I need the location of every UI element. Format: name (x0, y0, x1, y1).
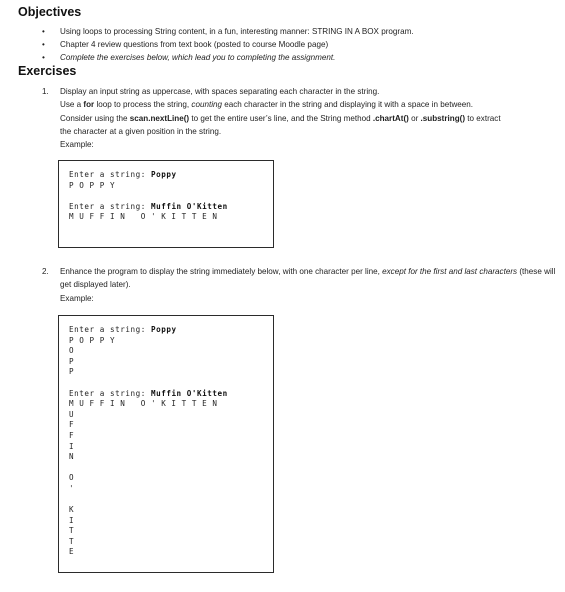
keyword-for: for (83, 100, 95, 110)
console-output-2: Enter a string: Poppy P O P P Y O P P En… (69, 325, 263, 558)
console-2-prompt-2: Enter a string: (69, 388, 151, 398)
exercise-2-paragraph: Enhance the program to display the strin… (60, 265, 559, 292)
console-1-input-1: Poppy (150, 170, 177, 179)
exercise-1-line-1: Display an input string as uppercase, wi… (60, 87, 380, 96)
console-1-prompt-1: Enter a string: (69, 170, 151, 179)
console-1-prompt-2: Enter a string: (69, 201, 151, 211)
console-output-1: Enter a string: Poppy P O P P Y Enter a … (69, 170, 263, 223)
console-2-input-1: Poppy (150, 325, 177, 334)
exercise-2-block: 2. Enhance the program to display the st… (0, 265, 565, 305)
exercise-2-example-label: Example: (60, 293, 94, 303)
objectives-bullet-list: Using loops to processing String content… (0, 24, 414, 65)
exercise-1-line-3-part-b: to get the entire user’s line, and the S… (189, 113, 373, 123)
console-2-vertical-1: O P P (69, 346, 75, 377)
emphasis-characters: characters (479, 267, 518, 276)
method-scan-nextline: scan.nextLine() (129, 113, 190, 123)
exercise-1-line-3: Consider using the scan.nextLine() to ge… (60, 112, 559, 125)
method-chartat: .chartAt() (372, 113, 409, 123)
console-2-output-2: M U F F I N O ' K I T T E N (69, 399, 218, 409)
exercise-1-line-2-part-c: each character in the string and display… (222, 100, 474, 110)
objectives-bullet-item: Using loops to processing String content… (0, 24, 414, 38)
exercise-1-example-label: Example: (60, 140, 94, 150)
exercise-1-line-3-part-d: to extract (465, 113, 501, 123)
objectives-heading: Objectives (18, 5, 82, 19)
exercises-list: 1. Display an input string as uppercase,… (0, 85, 565, 151)
console-1-output-2: M U F F I N O ' K I T T E N (69, 212, 218, 222)
exercise-1-line-2: Use a for loop to process the string, co… (60, 98, 559, 111)
console-2-output-1: P O P P Y (69, 335, 116, 345)
console-2-prompt-1: Enter a string: (69, 325, 151, 334)
console-2-vertical-2: U F F I N O ' K I T T E (69, 409, 75, 557)
objectives-bullet-item: Complete the exercises below, which lead… (0, 51, 414, 64)
exercise-1-line-3-part-c: or (408, 113, 421, 123)
console-2-input-2: Muffin O'Kitten (150, 388, 228, 398)
exercises-heading: Exercises (18, 64, 77, 78)
objectives-bullet-item: Chapter 4 review questions from text boo… (0, 38, 414, 51)
method-substring: .substring() (420, 113, 466, 123)
exercise-1-line-3-part-a: Consider using the (60, 113, 130, 123)
exercise-item-1: 1. Display an input string as uppercase,… (0, 85, 565, 151)
exercise-2-line-1-part-a: Enhance the program to display the strin… (60, 267, 383, 276)
console-1-output-1: P O P P Y (69, 180, 116, 190)
console-example-box-1: Enter a string: Poppy P O P P Y Enter a … (58, 160, 274, 248)
emphasis-counting: counting (191, 100, 222, 110)
console-example-box-2: Enter a string: Poppy P O P P Y O P P En… (58, 315, 274, 573)
exercise-1-line-4: the character at a given position in the… (60, 126, 222, 136)
exercise-2-number: 2. (42, 267, 49, 276)
emphasis-except-first-last: except for the first and last (382, 267, 478, 276)
exercise-1-line-2-part-b: loop to process the string, (94, 100, 192, 110)
exercise-1-number: 1. (42, 87, 49, 96)
exercise-item-2: 2. Enhance the program to display the st… (0, 265, 565, 305)
document-page: Objectives Using loops to processing Str… (0, 0, 565, 592)
console-1-input-2: Muffin O'Kitten (150, 201, 228, 211)
exercise-1-line-2-part-a: Use a (60, 100, 84, 110)
exercises-list-2: 2. Enhance the program to display the st… (0, 265, 565, 305)
